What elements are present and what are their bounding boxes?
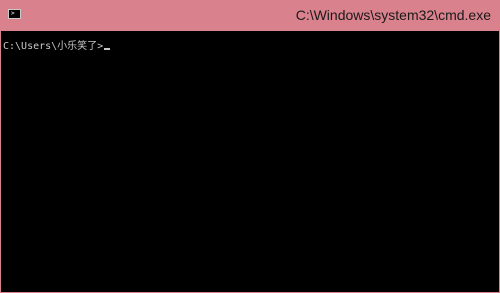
console-area[interactable]: C:\Users\小乐笑了> xyxy=(1,31,499,292)
prompt-text: C:\Users\小乐笑了> xyxy=(3,41,104,52)
prompt-line: C:\Users\小乐笑了> xyxy=(3,41,111,53)
console-icon[interactable]: > xyxy=(8,9,21,19)
cmd-window: > C:\Windows\system32\cmd.exe C:\Users\小… xyxy=(0,0,500,293)
text-cursor xyxy=(104,48,111,50)
title-bar[interactable]: > C:\Windows\system32\cmd.exe xyxy=(1,0,500,31)
window-title: C:\Windows\system32\cmd.exe xyxy=(295,7,491,23)
